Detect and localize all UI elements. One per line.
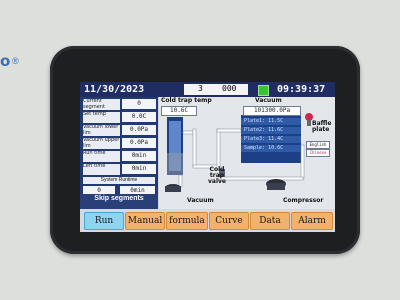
baffle-plate-label: Baffle plate — [312, 120, 332, 133]
baffle-indicator-stem — [307, 120, 311, 126]
param-label: Vacuum lower lim — [83, 125, 120, 136]
skip-segments-button[interactable]: Skip segments — [80, 194, 158, 209]
pipe-segment — [182, 130, 194, 135]
param-row-set-temp: Set temp 0.0C — [82, 112, 156, 123]
date-display: 11/30/2023 — [84, 84, 145, 95]
pipe-segment — [216, 128, 221, 170]
cold-trap-temp-value: 10.6C — [161, 106, 197, 116]
param-row-current-segment: Current segment 0 — [82, 99, 156, 110]
cold-trap-base — [167, 153, 183, 175]
pipe-segment — [178, 174, 183, 188]
pipe-segment — [300, 144, 305, 180]
nav-formula-button[interactable]: formula — [166, 212, 208, 230]
param-row-run-time: Run time 0min — [82, 151, 156, 162]
compressor-label: Compressor — [283, 197, 324, 204]
param-row-vacuum-lower: Vacuum lower lim 0.0Pa — [82, 125, 156, 136]
system-runtime-label: System Runtime — [83, 177, 155, 184]
parameters-panel: Current segment 0 Set temp 0.0C Vacuum l… — [80, 97, 158, 209]
vacuum-label: Vacuum — [255, 97, 282, 104]
brand-logo-text: o — [0, 52, 11, 70]
segment-counter-field[interactable]: 3 000 — [184, 84, 248, 95]
param-label: Set temp — [83, 112, 120, 123]
pipe-segment — [218, 176, 304, 181]
param-value[interactable]: 0.0Pa — [122, 125, 156, 135]
cold-trap-temp-label: Cold trap temp — [161, 97, 212, 104]
hmi-screen: 11/30/2023 3 000 09:39:37 Current segmen… — [80, 82, 335, 232]
segment-counter: 000 — [222, 84, 237, 93]
param-label: Current segment — [83, 99, 120, 110]
status-indicator — [258, 85, 269, 96]
time-display: 09:39:37 — [277, 84, 326, 95]
param-value[interactable]: 0.0C — [122, 112, 156, 122]
param-row-vacuum-upper: Vacuum upper lim 0.0Pa — [82, 138, 156, 149]
vacuum-pump-label: Vacuum — [187, 197, 214, 204]
header-bar: 11/30/2023 3 000 09:39:37 — [80, 82, 335, 97]
plate1-temp: Plate1: 11.5C — [241, 118, 301, 125]
compressor-body — [267, 183, 285, 190]
vacuum-value: 101300.0Pa — [243, 106, 301, 116]
nav-data-button[interactable]: Data — [250, 212, 290, 230]
param-label: Left time — [83, 164, 120, 175]
chinese-button[interactable]: Chinese — [306, 149, 330, 157]
param-value[interactable]: 0.0Pa — [122, 138, 156, 148]
param-label: Run time — [83, 151, 120, 162]
param-value[interactable]: 0 — [122, 99, 156, 109]
param-row-left-time: Left time 0min — [82, 164, 156, 175]
param-value[interactable]: 0min — [122, 164, 156, 174]
cold-trap-valve-label: Cold trap valve — [208, 166, 226, 185]
segment-number: 3 — [198, 84, 203, 93]
pipe-segment — [216, 128, 242, 133]
english-button[interactable]: English — [306, 141, 330, 149]
vacuum-pump-body — [165, 186, 181, 192]
param-label: Vacuum upper lim — [83, 138, 120, 149]
param-value[interactable]: 0min — [122, 151, 156, 161]
pipe-segment — [192, 128, 197, 168]
nav-curve-button[interactable]: Curve — [209, 212, 249, 230]
nav-run-button[interactable]: Run — [84, 212, 124, 230]
navigation-bar: Run Manual formula Curve Data Alarm — [80, 209, 335, 232]
process-diagram: Cold trap temp 10.6C Vacuum 101300.0Pa P… — [159, 97, 335, 209]
registered-mark: ® — [12, 56, 19, 66]
plate2-temp: Plate2: 11.6C — [241, 127, 301, 134]
nav-alarm-button[interactable]: Alarm — [291, 212, 333, 230]
nav-manual-button[interactable]: Manual — [125, 212, 165, 230]
plate3-temp: Plate3: 11.4C — [241, 136, 301, 143]
sample-temp: Sample: 10.6C — [241, 145, 301, 152]
